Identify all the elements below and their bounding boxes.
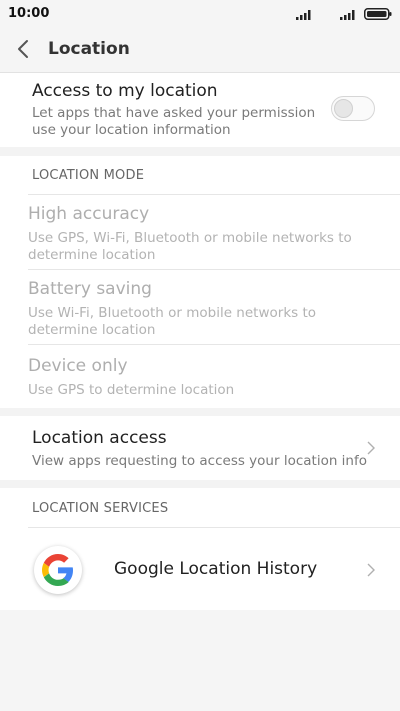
mode-option-battery-saving[interactable]: Battery saving Use Wi-Fi, Bluetooth or m… [0, 270, 400, 344]
mode-option-subtitle: Use GPS, Wi-Fi, Bluetooth or mobile netw… [28, 230, 352, 246]
location-access-row[interactable]: Location access View apps requesting to … [0, 416, 400, 480]
mode-option-title: Device only [28, 356, 128, 376]
mode-option-title: Battery saving [28, 279, 152, 299]
title-bar: Location [0, 28, 400, 73]
mode-option-high-accuracy[interactable]: High accuracy Use GPS, Wi-Fi, Bluetooth … [0, 195, 400, 269]
mode-option-subtitle: determine location [28, 247, 156, 263]
access-location-title: Access to my location [32, 81, 218, 101]
access-location-subtitle-1: Let apps that have asked your permission [32, 105, 316, 121]
signal-icon [340, 10, 355, 20]
mode-option-title: High accuracy [28, 204, 150, 224]
section-gap [0, 147, 400, 156]
mode-option-subtitle: Use Wi-Fi, Bluetooth or mobile networks … [28, 305, 317, 321]
google-g-icon [34, 546, 82, 594]
status-bar: 10:00 [0, 0, 400, 28]
location-services-header: LOCATION SERVICES [32, 501, 169, 516]
status-time: 10:00 [8, 6, 50, 21]
location-mode-header: LOCATION MODE [32, 168, 145, 183]
location-access-title: Location access [32, 428, 167, 448]
google-location-history-label: Google Location History [114, 559, 318, 579]
signal-icon [296, 10, 311, 20]
location-mode-section: LOCATION MODE High accuracy Use GPS, Wi-… [0, 156, 400, 408]
back-arrow-icon[interactable] [14, 39, 34, 59]
section-gap [0, 408, 400, 416]
toggle-knob [334, 99, 353, 118]
section-gap [0, 480, 400, 488]
page-title: Location [48, 39, 130, 59]
access-location-toggle[interactable] [331, 96, 375, 121]
mode-option-subtitle: Use GPS to determine location [28, 382, 235, 398]
mode-option-device-only[interactable]: Device only Use GPS to determine locatio… [0, 345, 400, 407]
location-access-subtitle: View apps requesting to access your loca… [32, 453, 367, 469]
chevron-right-icon [367, 441, 375, 455]
battery-icon [364, 8, 392, 20]
mode-option-subtitle: determine location [28, 322, 156, 338]
access-location-subtitle-2: use your location information [32, 122, 231, 138]
chevron-right-icon [367, 563, 375, 577]
